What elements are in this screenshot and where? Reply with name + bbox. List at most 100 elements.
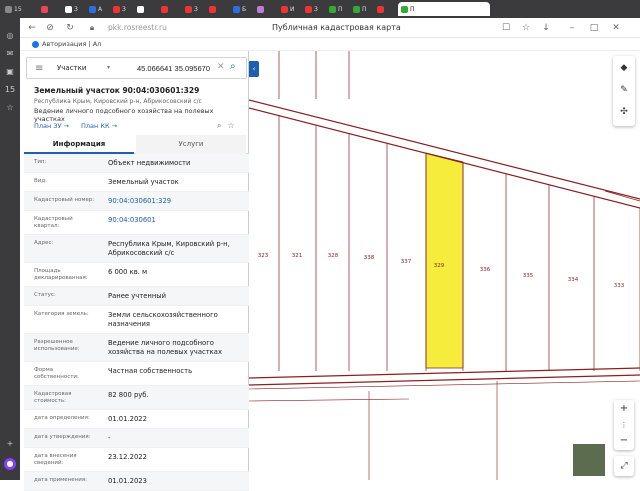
maximize-icon[interactable]: □ [588,22,600,34]
browser-tab[interactable] [254,2,278,16]
minimize-icon[interactable]: – [566,22,578,34]
browser-tab[interactable]: З [302,2,326,16]
tab-favicon-icon [233,5,240,13]
bookmark-icon[interactable]: ☆ [4,102,16,114]
downloads-icon[interactable]: ↓ [540,22,552,34]
tab-label: З [194,5,198,13]
collapse-panel-button[interactable]: ‹ [249,61,259,77]
attribute-value: - [108,434,111,442]
info-tabs: Информация Услуги [24,135,249,154]
attribute-row: дата определения: 01.01.2022 [24,410,249,429]
parcel-label: 337 [401,259,412,265]
attribute-key: Разрешенное использование: [34,339,80,352]
attribute-value: 6 000 кв. м [108,268,148,276]
menu-icon[interactable]: ≡ [35,63,43,74]
bookmark-label: Авторизация | Ал [42,40,102,48]
page-title: Публичная кадастровая карта [272,23,401,32]
attribute-key: Форма собственности: [34,367,79,380]
parcel-boundary [604,190,640,202]
search-on-map-icon[interactable]: ⌕ [217,121,221,131]
attribute-value: Земельный участок [108,178,179,186]
attribute-link[interactable]: 90:04:030601 [96,216,241,225]
tab-favicon-icon [89,5,96,13]
object-address: Республика Крым, Кировский р-н, Абрикосо… [34,98,202,105]
search-icon[interactable]: ⌕ [230,61,236,72]
zoom-out-button[interactable]: − [614,433,634,449]
close-window-icon[interactable]: ✕ [610,22,622,34]
attribute-key: дата внесения сведений: [34,453,77,466]
profile-icon[interactable]: ● [4,458,16,470]
tab-label: З [74,5,78,13]
attribute-key: Статус: [34,292,56,298]
parcel-label: 335 [523,273,534,279]
plan-kk-link[interactable]: План КК → [81,122,117,130]
selected-parcel[interactable] [425,152,464,369]
cadastral-map[interactable]: 323 321 328 338 337 329 336 335 334 333 [249,51,640,480]
tab-favicon-icon [377,5,384,13]
reload-icon[interactable]: ↻ [64,22,76,34]
browser-tab[interactable]: З [110,2,134,16]
fullscreen-icon[interactable]: ⤢ [614,456,634,476]
locate-icon[interactable]: ✣ [613,102,635,122]
games-icon[interactable]: ▣ [4,66,16,78]
zoom-in-button[interactable]: + [614,401,634,417]
category-select[interactable]: Участки [57,64,86,72]
tab-favicon-icon [41,5,48,13]
browser-tab[interactable] [158,2,182,16]
browser-tab[interactable]: П [326,2,350,16]
browser-tab[interactable]: П [350,2,374,16]
tab-favicon-icon [161,5,168,13]
star-icon[interactable]: ☆ [520,22,532,34]
browser-tab[interactable]: Б [230,2,254,16]
lock-icon[interactable]: 🔒︎ [86,22,98,34]
tab-label: Б [242,5,247,13]
tab-favicon-icon [305,5,312,13]
browser-tab[interactable]: 15 [2,2,26,16]
tab-favicon-icon [281,5,288,13]
alice-icon[interactable]: ◎ [4,30,16,42]
tab-counter-icon[interactable]: 15 [4,84,16,96]
ruler-icon[interactable]: ✎ [613,80,635,100]
browser-tab[interactable] [134,2,158,16]
plan-zu-link[interactable]: План ЗУ → [34,122,69,130]
favorite-star-icon[interactable]: ☆ [227,121,234,131]
info-panel: ≡ Участки ▾ ✕ ⌕ ‹ Земельный участок 90:0… [24,51,259,491]
add-icon[interactable]: + [4,438,16,450]
map-canvas[interactable]: 323 321 328 338 337 329 336 335 334 333 [249,51,640,480]
attribute-value: Республика Крым, Кировский р-н, Абрикосо… [108,240,230,257]
parcel-label: 333 [614,283,625,289]
parcel-boundary [249,398,410,402]
attribute-value: Ведение личного подсобного хозяйства на … [108,339,222,356]
attribute-row: Площадь декларированная: 6 000 кв. м [24,263,249,287]
attribute-row: Кадастровый квартал: 90:04:030601 [24,211,249,235]
browser-tab[interactable]: П [398,2,490,16]
browser-tab[interactable] [38,2,62,16]
shield-icon[interactable]: ⊘ [44,22,56,34]
layers-icon[interactable]: ◆ [613,58,635,78]
browser-tab[interactable] [374,2,398,16]
browser-tab[interactable] [206,2,230,16]
attribute-key: Тип: [34,159,47,165]
attribute-value: Объект недвижимости [108,159,191,167]
bookmark-page-icon[interactable]: ☐ [500,22,512,34]
attribute-row: дата утверждения: - [24,429,249,448]
tab-favicon-icon [209,5,216,13]
attribute-link[interactable]: 90:04:030601:329 [96,197,241,206]
tab-services[interactable]: Услуги [136,135,246,154]
search-input[interactable] [137,64,219,73]
attribute-key: Адрес: [34,240,54,246]
browser-tab[interactable]: З [62,2,86,16]
messages-icon[interactable]: ✉ [4,48,16,60]
tab-information[interactable]: Информация [24,135,134,154]
back-icon[interactable]: ← [26,22,38,34]
tab-favicon-icon [65,5,72,13]
browser-tab[interactable]: З [182,2,206,16]
url-text[interactable]: pkk.rosreestr.ru [108,23,167,32]
attribute-row: Вид: Земельный участок [24,173,249,192]
clear-icon[interactable]: ✕ [217,62,225,72]
chevron-down-icon[interactable]: ▾ [107,64,110,71]
satellite-minimap[interactable] [572,443,606,477]
browser-tab[interactable]: И [278,2,302,16]
bookmark-item[interactable]: Авторизация | Ал [32,40,101,48]
browser-tab[interactable]: А [86,2,110,16]
